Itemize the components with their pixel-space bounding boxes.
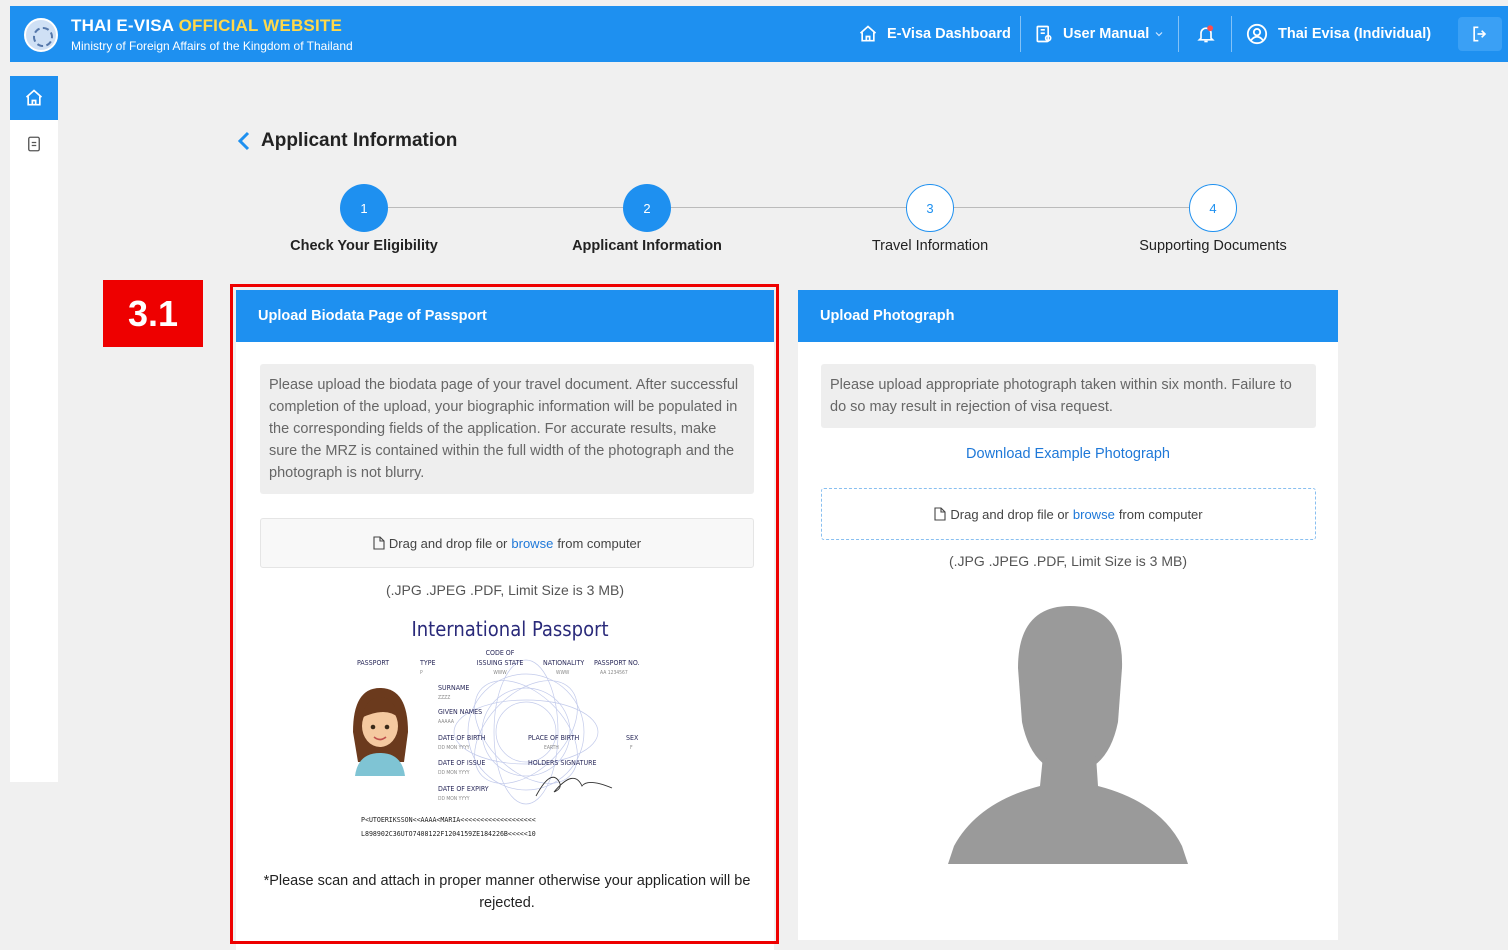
sidebar-item-home[interactable] <box>10 76 58 120</box>
photo-instructions: Please upload appropriate photograph tak… <box>821 364 1316 428</box>
dropzone-text: Drag and drop file or <box>950 506 1069 522</box>
photo-dropzone[interactable]: Drag and drop file or browse from comput… <box>821 488 1316 540</box>
file-icon <box>934 507 946 521</box>
photo-card-header: Upload Photograph <box>798 290 1338 342</box>
dropzone-text: from computer <box>1118 506 1203 522</box>
annotation-highlight-box <box>230 284 779 944</box>
page-title: Applicant Information <box>261 130 458 151</box>
divider <box>1020 16 1021 52</box>
chevron-down-icon <box>1155 32 1163 37</box>
home-icon <box>859 25 877 42</box>
photo-placeholder-silhouette <box>948 606 1188 864</box>
chevron-left-icon <box>237 131 250 151</box>
document-icon <box>28 136 40 152</box>
browse-link[interactable]: browse <box>1073 507 1115 522</box>
step-2-circle[interactable]: 2 <box>623 184 671 232</box>
user-name: Thai Evisa (Individual) <box>1278 26 1432 42</box>
home-icon <box>25 89 43 106</box>
back-link[interactable]: Applicant Information <box>235 130 457 152</box>
user-manual-label: User Manual <box>1063 26 1150 42</box>
step-3-circle[interactable]: 3 <box>906 184 954 232</box>
step-2-label: Applicant Information <box>572 238 722 254</box>
left-sidebar <box>10 76 58 782</box>
site-brand[interactable]: THAI E-VISA OFFICIAL WEBSITE Ministry of… <box>71 16 353 53</box>
step-1-label: Check Your Eligibility <box>290 238 438 254</box>
main-content: Applicant Information 1 2 3 4 Check Your… <box>58 62 1508 950</box>
file-format-hint: (.JPG .JPEG .PDF, Limit Size is 3 MB) <box>948 553 1188 569</box>
step-connector <box>388 207 624 208</box>
step-connector <box>954 207 1189 208</box>
annotation-tag: 3.1 <box>103 280 203 347</box>
user-circle-icon <box>1246 23 1268 45</box>
bell-icon <box>1197 25 1215 43</box>
photo-upload-card: Upload Photograph Please upload appropri… <box>798 290 1338 940</box>
step-connector <box>670 207 907 208</box>
user-account-menu[interactable]: Thai Evisa (Individual) <box>1246 6 1431 62</box>
top-navbar: THAI E-VISA OFFICIAL WEBSITE Ministry of… <box>10 6 1508 62</box>
site-title: THAI E-VISA OFFICIAL WEBSITE <box>71 16 343 35</box>
logout-icon <box>1473 26 1487 42</box>
user-manual-dropdown[interactable]: User Manual <box>1034 6 1164 62</box>
step-4-circle[interactable]: 4 <box>1189 184 1237 232</box>
logout-button[interactable] <box>1458 17 1502 51</box>
step-4-label: Supporting Documents <box>1139 238 1287 254</box>
dashboard-label: E-Visa Dashboard <box>887 26 1011 42</box>
ministry-seal-logo <box>24 18 58 52</box>
sidebar-item-documents[interactable] <box>10 124 58 164</box>
download-example-photo-link[interactable]: Download Example Photograph <box>798 446 1338 462</box>
dashboard-link[interactable]: E-Visa Dashboard <box>858 6 1011 62</box>
site-subtitle: Ministry of Foreign Affairs of the Kingd… <box>71 39 353 53</box>
divider <box>1231 16 1232 52</box>
step-1-circle[interactable]: 1 <box>340 184 388 232</box>
notifications-button[interactable] <box>1196 6 1216 62</box>
step-3-label: Travel Information <box>871 238 989 254</box>
manual-icon <box>1036 25 1052 43</box>
divider <box>1178 16 1179 52</box>
